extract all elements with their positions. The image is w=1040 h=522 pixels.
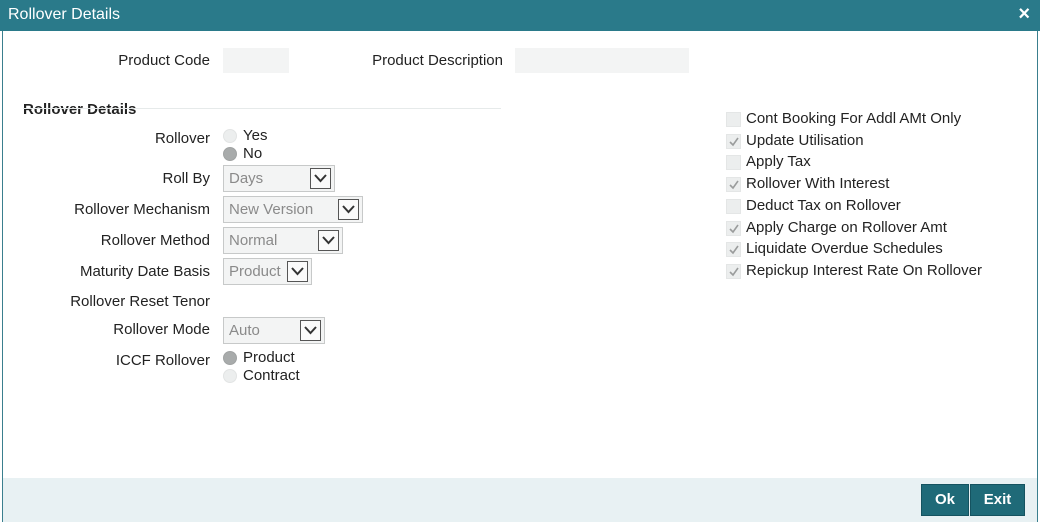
rollover-mode-value: Auto [229,322,260,339]
maturity-date-basis-label: Maturity Date Basis [79,263,210,280]
rollover-label: Rollover [154,130,210,147]
rollover-reset-tenor-field[interactable] [223,290,295,314]
rollover-method-select[interactable]: Normal [223,227,343,254]
checkbox-label: Apply Tax [746,153,811,170]
iccf-contract-label: Contract [243,367,300,384]
chevron-down-icon[interactable] [300,320,321,341]
window-title: Rollover Details [8,6,121,23]
product-description-field[interactable] [515,48,689,73]
checkbox[interactable] [726,177,741,192]
section-divider [23,108,501,109]
checkbox-label: Cont Booking For Addl AMt Only [746,110,962,127]
checkbox-label: Repickup Interest Rate On Rollover [746,262,982,279]
checkbox[interactable] [726,199,741,214]
maturity-date-basis-value: Product [229,263,281,280]
iccf-product-radio[interactable] [223,351,237,365]
rollover-no-label: No [243,145,263,162]
checkbox[interactable] [726,264,741,279]
checkbox-label: Update Utilisation [746,132,864,149]
iccf-contract-radio[interactable] [223,369,237,383]
window-titlebar: Rollover Details × [0,0,1040,31]
dialog-footer [3,478,1037,522]
checkbox[interactable] [726,242,741,257]
roll-by-value: Days [229,170,264,187]
checkbox-label: Deduct Tax on Rollover [746,197,901,214]
rollover-mechanism-label: Rollover Mechanism [74,201,210,218]
checkbox-label: Rollover With Interest [746,175,890,192]
rollover-method-value: Normal [229,232,278,249]
ok-button[interactable]: Ok [921,484,969,516]
check-icon [729,180,739,190]
checkbox[interactable] [726,134,741,149]
roll-by-label: Roll By [162,170,210,187]
chevron-down-icon[interactable] [318,230,339,251]
checkbox[interactable] [726,112,741,127]
rollover-reset-tenor-label: Rollover Reset Tenor [70,293,210,310]
check-icon [729,245,739,255]
iccf-rollover-label: ICCF Rollover [115,352,210,369]
chevron-down-icon[interactable] [310,168,331,189]
rollover-yes-radio[interactable] [223,129,237,143]
iccf-product-label: Product [243,349,295,366]
product-code-label: Product Code [118,52,210,69]
close-icon[interactable]: × [1018,3,1030,25]
rollover-mechanism-select[interactable]: New Version [223,196,363,223]
checkbox[interactable] [726,155,741,170]
rollover-mode-select[interactable]: Auto [223,317,325,344]
check-icon [729,267,739,277]
section-title: Rollover Details [23,101,137,118]
rollover-mechanism-value: New Version [229,201,314,218]
maturity-date-basis-select[interactable]: Product [223,258,312,285]
rollover-yes-label: Yes [243,127,268,144]
check-icon [729,137,739,147]
checkbox-label: Liquidate Overdue Schedules [746,240,943,257]
chevron-down-icon[interactable] [338,199,359,220]
check-icon [729,224,739,234]
checkbox-label: Apply Charge on Rollover Amt [746,219,947,236]
exit-button[interactable]: Exit [970,484,1025,516]
rollover-no-radio[interactable] [223,147,237,161]
checkbox[interactable] [726,221,741,236]
product-code-field[interactable] [223,48,289,73]
roll-by-select[interactable]: Days [223,165,335,192]
rollover-mode-label: Rollover Mode [113,321,210,338]
chevron-down-icon[interactable] [287,261,308,282]
product-description-label: Product Description [372,52,503,69]
rollover-method-label: Rollover Method [100,232,210,249]
